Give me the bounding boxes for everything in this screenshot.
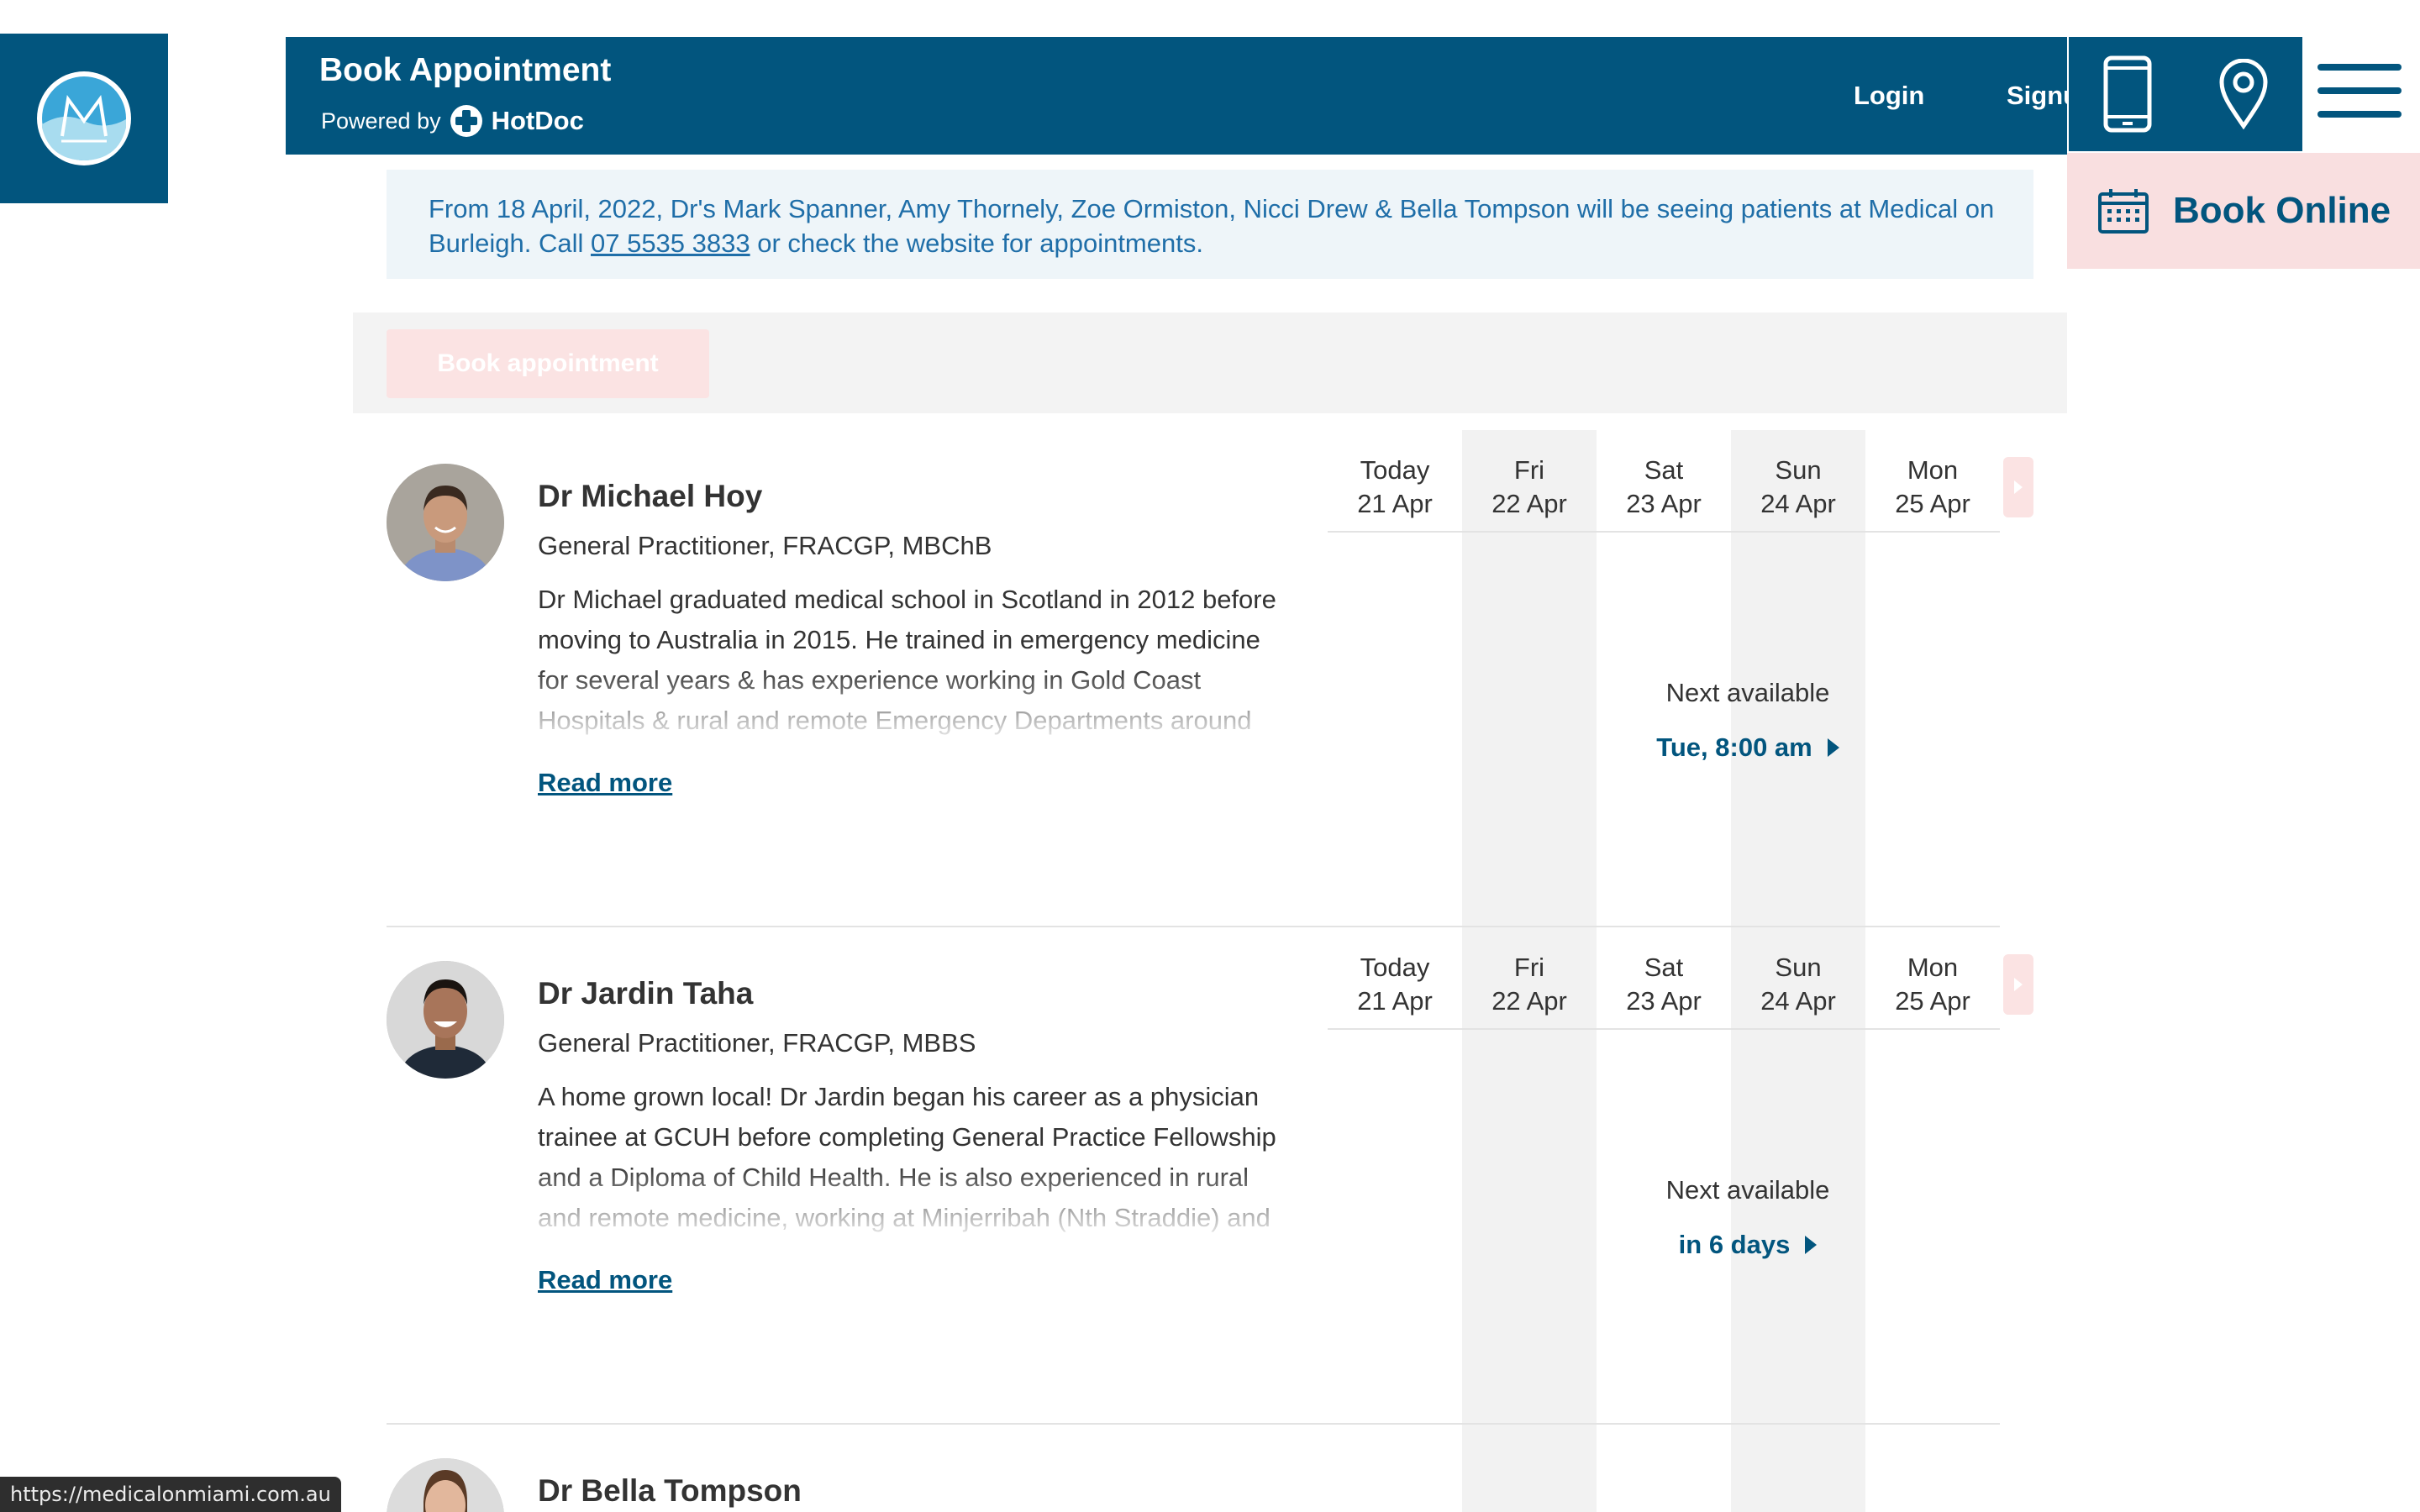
doctor-avatar[interactable] xyxy=(387,1458,504,1512)
date-day: Fri xyxy=(1513,953,1545,982)
doctor-card: Dr Jardin Taha General Practitioner, FRA… xyxy=(387,953,2033,1415)
arrow-right-icon xyxy=(1805,1236,1818,1254)
date-column[interactable]: Today 21 Apr xyxy=(1328,454,1462,521)
doctor-qualifications: General Practitioner, FRACGP, MBChB xyxy=(538,531,992,560)
next-available-slot[interactable]: in 6 days xyxy=(1580,1230,1916,1260)
date-day: Today xyxy=(1360,953,1430,982)
read-more-link[interactable]: Read more xyxy=(538,1265,672,1295)
date-header-row: Today 21 Apr Fri 22 Apr Sat 23 Apr Sun 24 Ap… xyxy=(1328,953,2000,1028)
calendar-icon xyxy=(2098,189,2149,234)
book-online-button[interactable]: Book Online xyxy=(2067,153,2420,269)
doctor-qualifications: General Practitioner, FRACGP, MBBS xyxy=(538,1028,976,1058)
date-day: Mon xyxy=(1907,953,1959,982)
header-title: Book Appointment xyxy=(319,52,612,88)
menu-bar xyxy=(2317,64,2402,71)
login-link[interactable]: Login xyxy=(1854,81,1924,111)
powered-by-text: Powered by xyxy=(321,108,441,134)
site-logo[interactable] xyxy=(0,34,168,203)
date-day: Fri xyxy=(1513,455,1545,485)
date-date: 25 Apr xyxy=(1895,986,1970,1016)
doctor-avatar[interactable] xyxy=(387,961,504,1079)
next-dates-button[interactable] xyxy=(2003,457,2033,517)
hotdoc-brand: HotDoc xyxy=(491,106,584,135)
date-date: 23 Apr xyxy=(1626,489,1702,518)
date-date: 22 Apr xyxy=(1491,489,1567,518)
next-available-label: Next available xyxy=(1665,678,1830,707)
doctor-name: Dr Michael Hoy xyxy=(538,479,763,513)
chevron-right-icon xyxy=(2014,480,2023,494)
booking-header: Book Appointment Powered by HotDoc Login… xyxy=(286,37,2069,155)
date-date: 21 Apr xyxy=(1357,986,1433,1016)
date-day: Mon xyxy=(1907,455,1959,485)
date-day: Today xyxy=(1360,455,1430,485)
doctor-name: Dr Jardin Taha xyxy=(538,976,754,1011)
date-column[interactable]: Mon 25 Apr xyxy=(1865,454,2000,521)
date-header-row: Today 21 Apr Fri 22 Apr Sat 23 Apr Sun 24 Ap… xyxy=(1328,455,2000,531)
date-column[interactable]: Sat 23 Apr xyxy=(1597,454,1731,521)
book-appointment-button[interactable]: Book appointment xyxy=(387,329,709,398)
hotdoc-icon xyxy=(450,105,482,137)
notice-banner: From 18 April, 2022, Dr's Mark Spanner, … xyxy=(387,170,2033,279)
next-available-time: in 6 days xyxy=(1678,1230,1791,1259)
menu-bar xyxy=(2317,87,2402,94)
date-date: 24 Apr xyxy=(1760,986,1836,1016)
date-date: 22 Apr xyxy=(1491,986,1567,1016)
doctor-bio: A home grown local! Dr Jardin began his … xyxy=(538,1082,1276,1232)
date-day: Sun xyxy=(1775,953,1822,982)
date-date: 24 Apr xyxy=(1760,489,1836,518)
notice-phone-link[interactable]: 07 5535 3833 xyxy=(591,228,750,258)
read-more-link[interactable]: Read more xyxy=(538,768,672,798)
doctor-card: Dr Michael Hoy General Practitioner, FRA… xyxy=(387,455,2033,917)
next-available-label: Next available xyxy=(1665,1175,1830,1205)
date-divider xyxy=(1328,531,2000,533)
card-divider xyxy=(387,1423,2000,1425)
date-day: Sat xyxy=(1644,455,1684,485)
signup-link[interactable]: Signu xyxy=(2007,81,2069,111)
menu-icon[interactable] xyxy=(2317,64,2402,118)
location-pin-icon xyxy=(2219,59,2268,129)
chevron-right-icon xyxy=(2014,978,2023,991)
next-available-time: Tue, 8:00 am xyxy=(1656,732,1812,762)
person-photo-icon xyxy=(387,1458,504,1512)
notice-text-end: or check the website for appointments. xyxy=(750,228,1203,258)
date-column[interactable]: Fri 22 Apr xyxy=(1462,951,1597,1018)
medical-logo-icon xyxy=(37,71,131,165)
doctor-name: Dr Bella Tompson xyxy=(538,1473,802,1508)
status-bar-url: https://medicalonmiami.com.au xyxy=(0,1477,341,1512)
date-date: 23 Apr xyxy=(1626,986,1702,1016)
date-column[interactable]: Sat 23 Apr xyxy=(1597,951,1731,1018)
next-dates-button[interactable] xyxy=(2003,954,2033,1015)
next-available-slot[interactable]: Tue, 8:00 am xyxy=(1580,732,1916,763)
book-online-label: Book Online xyxy=(2173,190,2391,231)
date-day: Sat xyxy=(1644,953,1684,982)
date-date: 21 Apr xyxy=(1357,489,1433,518)
menu-bar xyxy=(2317,111,2402,118)
location-button[interactable] xyxy=(2185,37,2302,151)
date-column[interactable]: Sun 24 Apr xyxy=(1731,454,1865,521)
date-date: 25 Apr xyxy=(1895,489,1970,518)
date-day: Sun xyxy=(1775,455,1822,485)
date-column[interactable]: Mon 25 Apr xyxy=(1865,951,2000,1018)
phone-icon xyxy=(2103,55,2152,133)
date-column[interactable]: Fri 22 Apr xyxy=(1462,454,1597,521)
date-column[interactable]: Today 21 Apr xyxy=(1328,951,1462,1018)
arrow-right-icon xyxy=(1827,738,1839,757)
powered-by: Powered by HotDoc xyxy=(321,104,584,138)
date-divider xyxy=(1328,1028,2000,1030)
doctor-avatar[interactable] xyxy=(387,464,504,581)
doctor-bio: Dr Michael graduated medical school in S… xyxy=(538,585,1276,735)
doctor-card: Dr Bella Tompson xyxy=(387,1458,2000,1512)
person-photo-icon xyxy=(387,464,504,581)
phone-button[interactable] xyxy=(2069,37,2186,151)
date-column[interactable]: Sun 24 Apr xyxy=(1731,951,1865,1018)
card-divider xyxy=(387,926,2000,927)
person-photo-icon xyxy=(387,961,504,1079)
